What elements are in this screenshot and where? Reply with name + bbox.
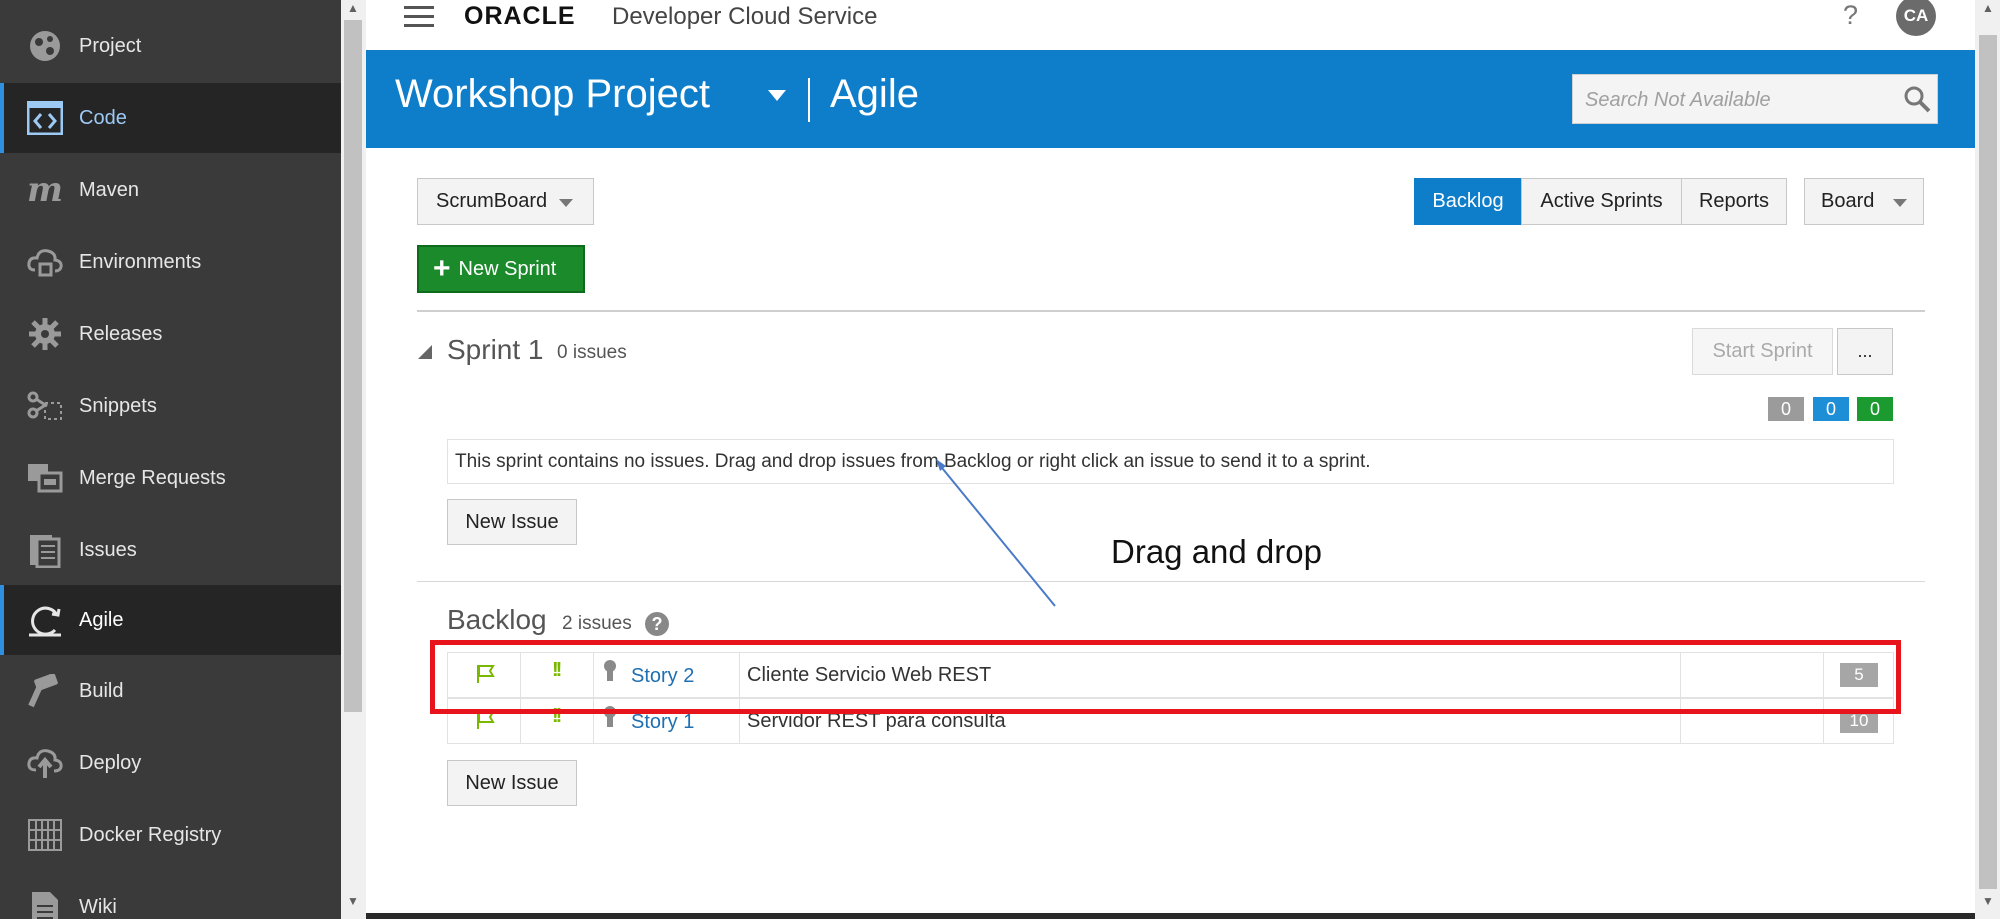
sidebar-item-build[interactable]: Build	[0, 656, 341, 726]
board-menu-button[interactable]: Board	[1804, 178, 1924, 225]
section-title: Agile	[830, 72, 919, 116]
sidebar-item-label: Project	[79, 34, 142, 57]
status-badge-done: 0	[1857, 397, 1893, 421]
tab-reports[interactable]: Reports	[1681, 178, 1787, 225]
sidebar-item-wiki[interactable]: Wiki	[0, 872, 341, 919]
tab-active-sprints[interactable]: Active Sprints	[1521, 178, 1682, 225]
sidebar-item-merge-requests[interactable]: Merge Requests	[0, 443, 341, 513]
board-selector-dropdown[interactable]: ScrumBoard	[417, 178, 594, 225]
sidebar-scrollbar-thumb[interactable]	[344, 20, 362, 712]
divider	[417, 310, 1925, 312]
sidebar-item-code[interactable]: Code	[0, 83, 341, 153]
sidebar-item-label: Docker Registry	[79, 823, 222, 846]
merge-requests-icon	[27, 460, 63, 496]
sidebar-item-label: Agile	[79, 608, 124, 631]
annotation-label: Drag and drop	[1111, 533, 1322, 570]
sidebar-item-snippets[interactable]: Snippets	[0, 371, 341, 441]
releases-icon	[27, 316, 63, 352]
divider	[417, 581, 1925, 582]
page-scrollbar-thumb[interactable]	[1979, 35, 1997, 889]
sprint-new-issue-button[interactable]: New Issue	[447, 499, 577, 545]
search-input[interactable]	[1583, 85, 1887, 115]
new-sprint-label: New Sprint	[458, 257, 557, 280]
sprint-issue-count: 0 issues	[557, 342, 627, 363]
chevron-down-icon	[1893, 199, 1907, 207]
wiki-icon	[27, 889, 63, 919]
board-menu-label: Board	[1821, 190, 1875, 212]
sidebar-item-label: Releases	[79, 322, 163, 345]
sprint-empty-message: This sprint contains no issues. Drag and…	[455, 451, 1371, 472]
board-selector-label: ScrumBoard	[436, 190, 548, 212]
help-icon[interactable]: ?	[645, 612, 669, 636]
environments-icon	[27, 244, 63, 280]
issues-icon	[27, 532, 63, 568]
plus-icon: +	[433, 252, 451, 285]
build-icon	[27, 673, 63, 709]
start-sprint-button[interactable]: Start Sprint	[1692, 328, 1833, 375]
sidebar-item-label: Environments	[79, 250, 202, 273]
docker-registry-icon	[27, 817, 63, 853]
annotation-highlight-box	[430, 640, 1901, 714]
sidebar-item-label: Deploy	[79, 751, 142, 774]
scroll-down-icon[interactable]: ▼	[1979, 893, 1997, 909]
search-icon[interactable]	[1903, 85, 1931, 113]
code-icon	[27, 100, 63, 136]
bottom-edge	[366, 913, 1975, 919]
backlog-new-issue-button[interactable]: New Issue	[447, 760, 577, 806]
sidebar-item-label: Code	[79, 106, 127, 129]
sidebar-item-environments[interactable]: Environments	[0, 227, 341, 297]
top-header	[366, 0, 1975, 50]
scroll-up-icon[interactable]: ▲	[344, 0, 362, 16]
snippets-icon	[27, 388, 63, 424]
backlog-title: Backlog	[447, 604, 547, 635]
project-dropdown-icon[interactable]	[768, 90, 786, 101]
help-icon[interactable]: ?	[1843, 0, 1858, 31]
new-sprint-button[interactable]: + New Sprint	[417, 245, 585, 293]
sprint-more-button[interactable]: ...	[1837, 328, 1893, 375]
oracle-logo: ORACLE	[464, 2, 576, 30]
sprint-title: Sprint 1	[447, 334, 544, 365]
sidebar-item-label: Merge Requests	[79, 466, 226, 489]
hamburger-menu-icon[interactable]	[404, 6, 434, 28]
issue-key-link[interactable]: Story 1	[631, 711, 694, 734]
collapse-toggle-icon[interactable]	[418, 345, 432, 359]
sidebar-item-project[interactable]: Project	[0, 11, 341, 81]
search-box[interactable]	[1572, 74, 1938, 124]
sidebar-item-deploy[interactable]: Deploy	[0, 728, 341, 798]
sidebar-item-label: Issues	[79, 538, 137, 561]
sidebar-item-releases[interactable]: Releases	[0, 299, 341, 369]
status-badge-in-progress: 0	[1813, 397, 1849, 421]
sidebar-item-label: Build	[79, 679, 124, 702]
project-name[interactable]: Workshop Project	[395, 72, 710, 117]
backlog-issue-count: 2 issues	[562, 613, 632, 634]
agile-icon	[27, 602, 63, 638]
chevron-down-icon	[559, 199, 573, 207]
sidebar-item-agile[interactable]: Agile	[0, 585, 341, 655]
scroll-up-icon[interactable]: ▲	[1979, 0, 1997, 16]
deploy-icon	[27, 745, 63, 781]
project-icon	[27, 28, 63, 64]
sidebar-item-issues[interactable]: Issues	[0, 515, 341, 585]
maven-icon: m	[27, 170, 63, 210]
sidebar-item-maven[interactable]: m Maven	[0, 155, 341, 225]
banner-divider	[808, 78, 810, 122]
sidebar-item-label: Snippets	[79, 394, 157, 417]
sidebar-item-label: Wiki	[79, 895, 117, 918]
scroll-down-icon[interactable]: ▼	[344, 893, 362, 909]
sidebar: Project Code m Maven Environments Releas…	[0, 0, 341, 919]
service-name: Developer Cloud Service	[612, 3, 878, 30]
tab-backlog[interactable]: Backlog	[1414, 178, 1522, 225]
sidebar-item-docker-registry[interactable]: Docker Registry	[0, 800, 341, 870]
sidebar-item-label: Maven	[79, 178, 140, 201]
status-badge-todo: 0	[1768, 397, 1804, 421]
